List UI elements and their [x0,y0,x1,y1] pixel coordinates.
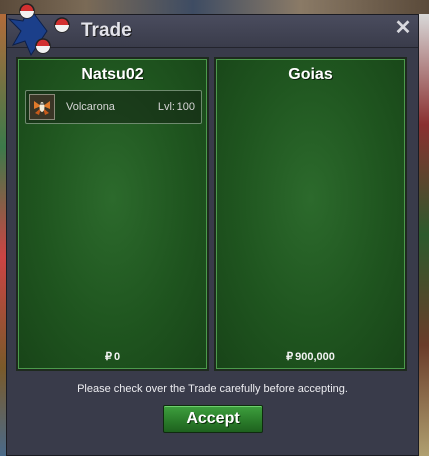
window-title: Trade [81,20,132,41]
trade-window: Trade ✕ Natsu02 Volcarona Lvl: 100 ₽ 0 G… [6,3,419,456]
pokeball-logo-icon [7,3,70,57]
trade-offer-panel-left: Natsu02 Volcarona Lvl: 100 ₽0 [16,57,209,371]
money-offer-right: ₽900,000 [216,350,405,363]
close-icon[interactable]: ✕ [394,18,412,38]
trade-offer-panel-right: Goias ₽900,000 [214,57,407,371]
trade-notice: Please check over the Trade carefully be… [77,383,348,395]
player-name-right: Goias [288,66,333,83]
trade-item-row[interactable]: Volcarona Lvl: 100 [25,90,202,124]
money-amount-right: 900,000 [295,351,335,363]
money-amount-left: 0 [113,351,121,363]
volcarona-sprite-icon [29,94,55,120]
money-offer-left: ₽0 [18,350,207,363]
accept-button[interactable]: Accept [163,405,263,433]
pokedollar-icon: ₽ [286,351,294,363]
background-right-edge [419,14,429,456]
player-name-left: Natsu02 [81,66,144,83]
item-level: 100 [176,101,195,113]
item-level-label: Lvl: [157,101,175,113]
item-name: Volcarona [66,101,115,113]
pokedollar-icon: ₽ [104,351,112,363]
